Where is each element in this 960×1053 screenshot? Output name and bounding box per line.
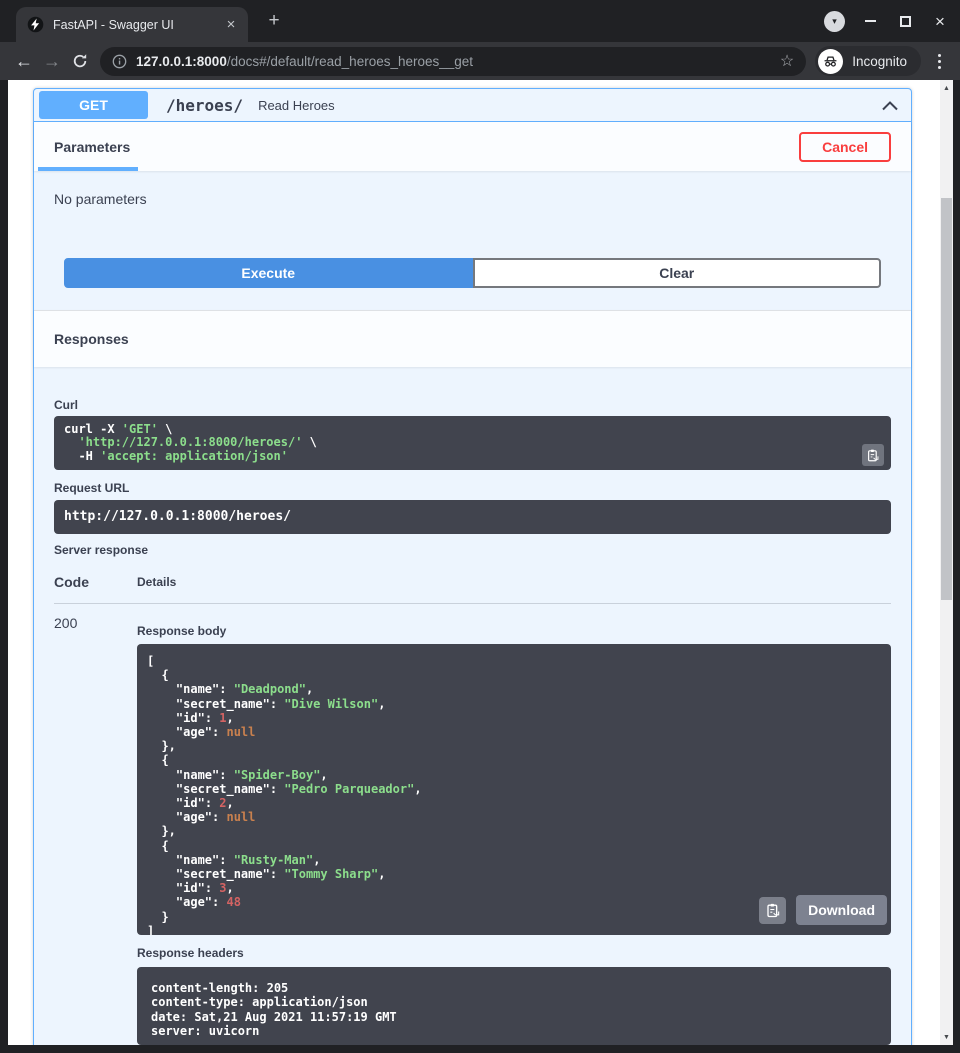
forward-icon[interactable]: → bbox=[38, 47, 66, 75]
response-details: Response body [ { "name": "Deadpond", "s… bbox=[137, 616, 891, 1045]
response-headers-text: content-length: 205 content-type: applic… bbox=[151, 981, 881, 1038]
bookmark-star-icon[interactable]: ☆ bbox=[780, 51, 794, 71]
incognito-label: Incognito bbox=[852, 54, 907, 69]
request-url-block: http://127.0.0.1:8000/heroes/ bbox=[54, 500, 891, 534]
window-controls: ▾ × bbox=[824, 9, 950, 33]
active-tab-underline bbox=[38, 167, 138, 171]
curl-label: Curl bbox=[54, 399, 891, 411]
address-bar[interactable]: 127.0.0.1:8000/docs#/default/read_heroes… bbox=[100, 47, 806, 76]
swagger-page: GET /heroes/ Read Heroes Parameters Canc… bbox=[8, 80, 940, 1045]
browser-status-icon[interactable]: ▾ bbox=[824, 11, 845, 32]
opblock-get-heroes: GET /heroes/ Read Heroes Parameters Canc… bbox=[33, 88, 912, 1045]
response-table-header: Code Details bbox=[54, 556, 891, 604]
code-column-header: Code bbox=[54, 575, 137, 590]
execute-row: Execute Clear bbox=[64, 258, 881, 288]
response-body-controls: Download bbox=[759, 895, 887, 925]
response-body-label: Response body bbox=[137, 625, 891, 637]
curl-command-block: curl -X 'GET' \ 'http://127.0.0.1:8000/h… bbox=[54, 416, 891, 470]
curl-command: curl -X 'GET' \ 'http://127.0.0.1:8000/h… bbox=[64, 423, 851, 463]
scrollbar-thumb[interactable] bbox=[941, 198, 952, 600]
fastapi-favicon-icon bbox=[27, 16, 44, 33]
execute-button[interactable]: Execute bbox=[64, 258, 473, 288]
responses-title: Responses bbox=[54, 331, 129, 347]
url-text: 127.0.0.1:8000/docs#/default/read_heroes… bbox=[136, 54, 772, 69]
copy-curl-icon[interactable] bbox=[862, 444, 884, 466]
download-button[interactable]: Download bbox=[796, 895, 887, 925]
cancel-button[interactable]: Cancel bbox=[799, 132, 891, 162]
copy-response-icon[interactable] bbox=[759, 897, 786, 924]
clear-button[interactable]: Clear bbox=[473, 258, 882, 288]
incognito-badge: Incognito bbox=[815, 46, 921, 76]
request-url-value: http://127.0.0.1:8000/heroes/ bbox=[64, 509, 881, 524]
page-scrollbar[interactable]: ▲ ▼ bbox=[940, 80, 953, 1045]
close-button[interactable]: × bbox=[930, 11, 950, 31]
response-headers-label: Response headers bbox=[137, 947, 891, 959]
url-host: 127.0.0.1:8000 bbox=[136, 54, 227, 69]
url-path: /docs#/default/read_heroes_heroes__get bbox=[227, 54, 473, 69]
parameters-body: No parameters Execute Clear bbox=[34, 171, 911, 310]
site-info-icon[interactable] bbox=[112, 54, 127, 69]
browser-tab[interactable]: FastAPI - Swagger UI × bbox=[16, 7, 248, 42]
no-parameters-message: No parameters bbox=[54, 191, 891, 207]
browser-menu-icon[interactable] bbox=[928, 54, 950, 69]
operation-summary[interactable]: GET /heroes/ Read Heroes bbox=[34, 89, 911, 122]
new-tab-button[interactable]: + bbox=[261, 9, 287, 35]
responses-body: Curl curl -X 'GET' \ 'http://127.0.0.1:8… bbox=[34, 367, 911, 1045]
maximize-button[interactable] bbox=[895, 11, 915, 31]
operation-path: /heroes/ bbox=[166, 96, 243, 115]
parameters-header: Parameters Cancel bbox=[34, 122, 911, 171]
browser-window: FastAPI - Swagger UI × + ▾ × ← → 127.0.0… bbox=[0, 0, 960, 1053]
status-code: 200 bbox=[54, 616, 137, 1045]
parameters-title[interactable]: Parameters bbox=[54, 139, 130, 155]
scroll-up-icon[interactable]: ▲ bbox=[940, 80, 953, 96]
response-headers-block: content-length: 205 content-type: applic… bbox=[137, 967, 891, 1045]
details-column-header: Details bbox=[137, 575, 176, 590]
operation-description: Read Heroes bbox=[258, 98, 335, 113]
incognito-icon bbox=[818, 49, 843, 74]
scroll-down-icon[interactable]: ▼ bbox=[940, 1029, 953, 1045]
collapse-chevron-icon[interactable] bbox=[881, 100, 899, 111]
response-body-json: [ { "name": "Deadpond", "secret_name": "… bbox=[147, 654, 891, 935]
tab-strip: FastAPI - Swagger UI × + ▾ × bbox=[0, 0, 960, 42]
back-icon[interactable]: ← bbox=[10, 47, 38, 75]
request-url-label: Request URL bbox=[54, 482, 891, 494]
browser-toolbar: ← → 127.0.0.1:8000/docs#/default/read_he… bbox=[0, 42, 960, 80]
response-row-200: 200 Response body [ { "name": "Deadpond"… bbox=[54, 604, 891, 1045]
reload-icon[interactable] bbox=[66, 47, 94, 75]
tab-close-icon[interactable]: × bbox=[222, 16, 240, 34]
page-viewport: GET /heroes/ Read Heroes Parameters Canc… bbox=[8, 80, 953, 1045]
response-body-block: [ { "name": "Deadpond", "secret_name": "… bbox=[137, 644, 891, 935]
server-response-label: Server response bbox=[54, 544, 891, 556]
minimize-button[interactable] bbox=[860, 11, 880, 31]
tab-title: FastAPI - Swagger UI bbox=[53, 18, 222, 32]
http-method-badge: GET bbox=[39, 91, 148, 119]
responses-header: Responses bbox=[34, 310, 911, 367]
